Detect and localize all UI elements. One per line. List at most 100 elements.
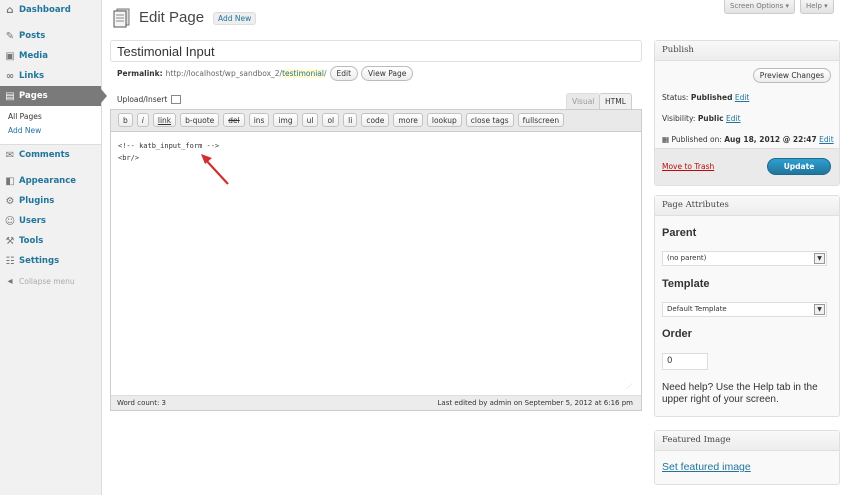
- page-title: Edit Page: [139, 9, 205, 26]
- pages-icon: [113, 8, 130, 28]
- sidebar-item-settings[interactable]: ☷ Settings: [0, 251, 101, 271]
- qt-ul-button[interactable]: ul: [301, 113, 319, 127]
- edit-status-link[interactable]: Edit: [735, 93, 750, 102]
- qt-link-button[interactable]: link: [152, 113, 177, 127]
- set-featured-image-link[interactable]: Set featured image: [662, 461, 751, 473]
- qt-del-button[interactable]: del: [223, 113, 245, 127]
- preview-changes-button[interactable]: Preview Changes: [752, 68, 831, 83]
- users-icon: ☺: [4, 215, 16, 227]
- sidebar-item-tools[interactable]: ⚒ Tools: [0, 231, 101, 251]
- sidebar-item-dashboard[interactable]: ⌂ Dashboard: [0, 0, 101, 20]
- help-text: Need help? Use the Help tab in the upper…: [662, 382, 818, 405]
- tab-html[interactable]: HTML: [599, 93, 632, 110]
- add-new-button[interactable]: Add New: [213, 12, 257, 25]
- sidebar-item-label: Plugins: [19, 196, 55, 206]
- qt-italic-button[interactable]: i: [136, 113, 149, 127]
- template-select-value: Default Template: [667, 305, 727, 313]
- qt-more-button[interactable]: more: [393, 113, 423, 127]
- parent-select-value: (no parent): [667, 254, 707, 262]
- visibility-line: Visibility: Public Edit: [662, 114, 741, 123]
- qt-ins-button[interactable]: ins: [248, 113, 270, 127]
- annotation-arrow-icon: [201, 154, 229, 185]
- submenu-all-pages[interactable]: All Pages: [8, 110, 101, 124]
- media-upload-icon[interactable]: [171, 95, 182, 104]
- status-value: Published: [690, 93, 733, 102]
- post-title-input[interactable]: Testimonial Input: [110, 40, 642, 62]
- editor-statusbar: Word count: 3 Last edited by admin on Se…: [111, 395, 641, 410]
- publish-box-title: Publish: [655, 41, 839, 61]
- permalink-base: http://localhost/wp_sandbox_2/: [165, 69, 283, 78]
- qt-img-button[interactable]: img: [273, 113, 298, 127]
- order-input[interactable]: 0: [662, 353, 708, 370]
- publish-actions: Move to Trash Update: [655, 148, 839, 185]
- edit-permalink-button[interactable]: Edit: [329, 66, 359, 81]
- admin-sidebar: ⌂ Dashboard ✎ Posts ▣ Media ∞ Links ▤ Pages A…: [0, 0, 107, 495]
- update-button[interactable]: Update: [767, 158, 831, 175]
- sidebar-item-comments[interactable]: ✉ Comments: [0, 145, 101, 165]
- quicktags-toolbar: b i link b-quote del ins img ul ol li co…: [111, 110, 641, 132]
- qt-close-tags-button[interactable]: close tags: [465, 113, 514, 127]
- sidebar-item-appearance[interactable]: ◧ Appearance: [0, 171, 101, 191]
- sidebar-item-plugins[interactable]: ⚙ Plugins: [0, 191, 101, 211]
- calendar-icon: ▦: [662, 135, 670, 144]
- publish-box: Publish Preview Changes Status: Publishe…: [654, 40, 840, 186]
- permalink-row: Permalink: http://localhost/wp_sandbox_2…: [117, 66, 414, 81]
- sidebar-item-posts[interactable]: ✎ Posts: [0, 26, 101, 46]
- template-select[interactable]: Default Template ▼: [662, 302, 827, 317]
- last-edited: Last edited by admin on September 5, 201…: [437, 399, 633, 407]
- qt-code-button[interactable]: code: [361, 113, 390, 127]
- published-on-line: ▦ Published on: Aug 18, 2012 @ 22:47 Edi…: [662, 135, 834, 144]
- published-on-label: Published on:: [671, 135, 722, 144]
- qt-ol-button[interactable]: ol: [322, 113, 340, 127]
- collapse-icon: ◂: [7, 275, 13, 287]
- plugin-icon: ⚙: [5, 195, 15, 207]
- resize-grip-icon[interactable]: ⋰: [626, 383, 632, 390]
- chevron-down-icon[interactable]: ▼: [814, 253, 825, 264]
- sidebar-item-label: Appearance: [19, 176, 77, 186]
- visibility-label: Visibility:: [662, 114, 696, 123]
- chevron-down-icon[interactable]: ▼: [814, 304, 825, 315]
- submenu-add-new[interactable]: Add New: [8, 124, 101, 138]
- sidebar-item-users[interactable]: ☺ Users: [0, 211, 101, 231]
- sidebar-item-media[interactable]: ▣ Media: [0, 46, 101, 66]
- sidebar-item-label: Comments: [19, 150, 70, 160]
- qt-bold-button[interactable]: b: [118, 113, 133, 127]
- link-icon: ∞: [5, 70, 15, 82]
- parent-select[interactable]: (no parent) ▼: [662, 251, 827, 266]
- sidebar-item-label: Settings: [19, 256, 60, 266]
- upload-insert-label: Upload/Insert: [117, 95, 168, 104]
- sidebar-item-pages[interactable]: ▤ Pages: [0, 86, 107, 106]
- sidebar-item-links[interactable]: ∞ Links: [0, 66, 101, 86]
- order-heading: Order: [662, 328, 692, 340]
- qt-lookup-button[interactable]: lookup: [426, 113, 462, 127]
- tools-icon: ⚒: [5, 235, 15, 247]
- media-icon: ▣: [5, 50, 15, 62]
- sidebar-item-label: Tools: [19, 236, 44, 246]
- qt-li-button[interactable]: li: [343, 113, 358, 127]
- screen-options-button[interactable]: Screen Options ▾: [724, 0, 796, 14]
- pin-icon: ✎: [5, 30, 15, 42]
- move-to-trash-link[interactable]: Move to Trash: [662, 162, 714, 171]
- help-button[interactable]: Help ▾: [800, 0, 834, 14]
- collapse-menu-button[interactable]: ◂ Collapse menu: [0, 271, 101, 291]
- content-editor: b i link b-quote del ins img ul ol li co…: [110, 109, 642, 411]
- edit-visibility-link[interactable]: Edit: [726, 114, 741, 123]
- sidebar-item-label: Links: [19, 71, 45, 81]
- edit-date-link[interactable]: Edit: [819, 135, 834, 144]
- qt-blockquote-button[interactable]: b-quote: [180, 113, 220, 127]
- page-attributes-box: Page Attributes Parent (no parent) ▼ Tem…: [654, 195, 840, 417]
- sidebar-item-label: Posts: [19, 31, 46, 41]
- sidebar-item-label: Media: [19, 51, 48, 61]
- visibility-value: Public: [697, 114, 724, 123]
- editor-textarea[interactable]: <!-- katb_input_form --> <br/>: [111, 132, 641, 172]
- appearance-icon: ◧: [5, 175, 15, 187]
- qt-fullscreen-button[interactable]: fullscreen: [517, 113, 565, 127]
- tab-visual[interactable]: Visual: [566, 93, 601, 109]
- status-line: Status: Published Edit: [662, 93, 749, 102]
- settings-icon: ☷: [5, 255, 15, 267]
- permalink-slug[interactable]: testimonial: [282, 69, 324, 78]
- permalink-label: Permalink:: [117, 69, 163, 78]
- upload-insert[interactable]: Upload/Insert: [117, 95, 182, 104]
- sidebar-item-label: Users: [19, 216, 46, 226]
- view-page-button[interactable]: View Page: [361, 66, 414, 81]
